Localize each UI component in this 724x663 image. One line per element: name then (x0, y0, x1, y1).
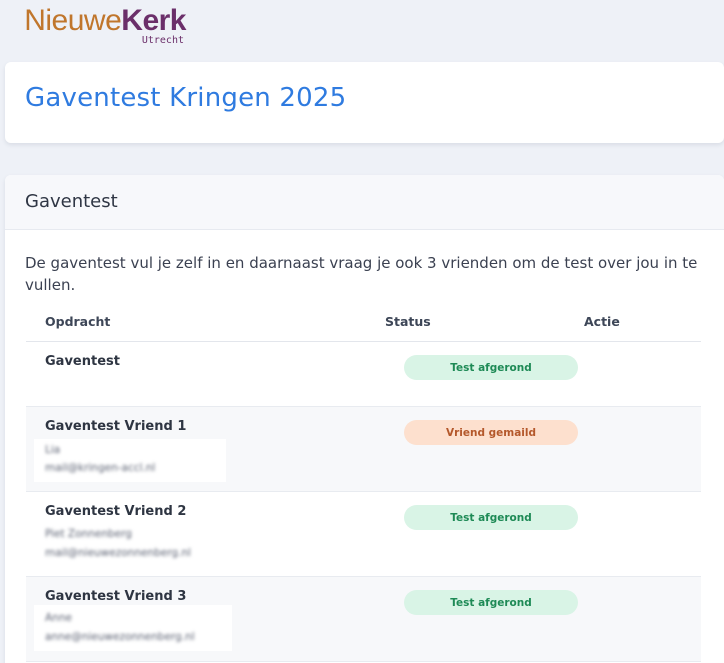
status-badge: Test afgerond (404, 505, 578, 530)
page-title: Gaventest Kringen 2025 (25, 83, 347, 113)
table-row: Gaventest Vriend 1 Vriend gemaild Lia ma… (26, 407, 701, 492)
status-badge: Test afgerond (404, 590, 578, 615)
redacted-contact-box (34, 439, 226, 482)
friend-email: mail@nieuwezonnenberg.nl (45, 547, 191, 559)
logo: Nieuwe Kerk Utrecht (6, 4, 186, 47)
row-title: Gaventest Vriend 1 (45, 419, 187, 434)
title-card: Gaventest Kringen 2025 (5, 62, 724, 143)
status-badge: Test afgerond (404, 355, 578, 380)
friend-name: Lia (45, 444, 61, 456)
card-title: Gaventest (25, 191, 118, 212)
friend-email: mail@kringen-accl.nl (45, 462, 156, 474)
table-row: Gaventest Vriend 2 Test afgerond Piet Zo… (26, 492, 701, 577)
status-badge: Vriend gemaild (404, 420, 578, 445)
card-header: Gaventest (5, 175, 724, 230)
intro-text: De gaventest vul je zelf in en daarnaast… (25, 254, 698, 294)
row-title: Gaventest Vriend 3 (45, 589, 187, 604)
header-actie: Actie (584, 314, 620, 329)
table-row: Gaventest Vriend 3 Test afgerond Anne an… (26, 577, 701, 662)
row-title: Gaventest (45, 354, 120, 369)
table-header: Opdracht Status Actie (26, 302, 701, 342)
friend-name: Piet Zonnenberg (45, 528, 132, 540)
assignments-table: Opdracht Status Actie Gaventest Test afg… (26, 302, 701, 662)
logo-text-kerk: Kerk (121, 4, 186, 37)
header-status: Status (385, 314, 431, 329)
logo-text-nieuwe: Nieuwe (24, 4, 122, 37)
friend-name: Anne (45, 612, 72, 624)
header-opdracht: Opdracht (45, 314, 111, 329)
row-title: Gaventest Vriend 2 (45, 504, 187, 519)
friend-email: anne@nieuwezonnenberg.nl (45, 631, 195, 643)
gaventest-card: Gaventest De gaventest vul je zelf in en… (5, 175, 724, 663)
table-row: Gaventest Test afgerond (26, 342, 701, 407)
logo-subtitle: Utrecht (141, 35, 184, 46)
